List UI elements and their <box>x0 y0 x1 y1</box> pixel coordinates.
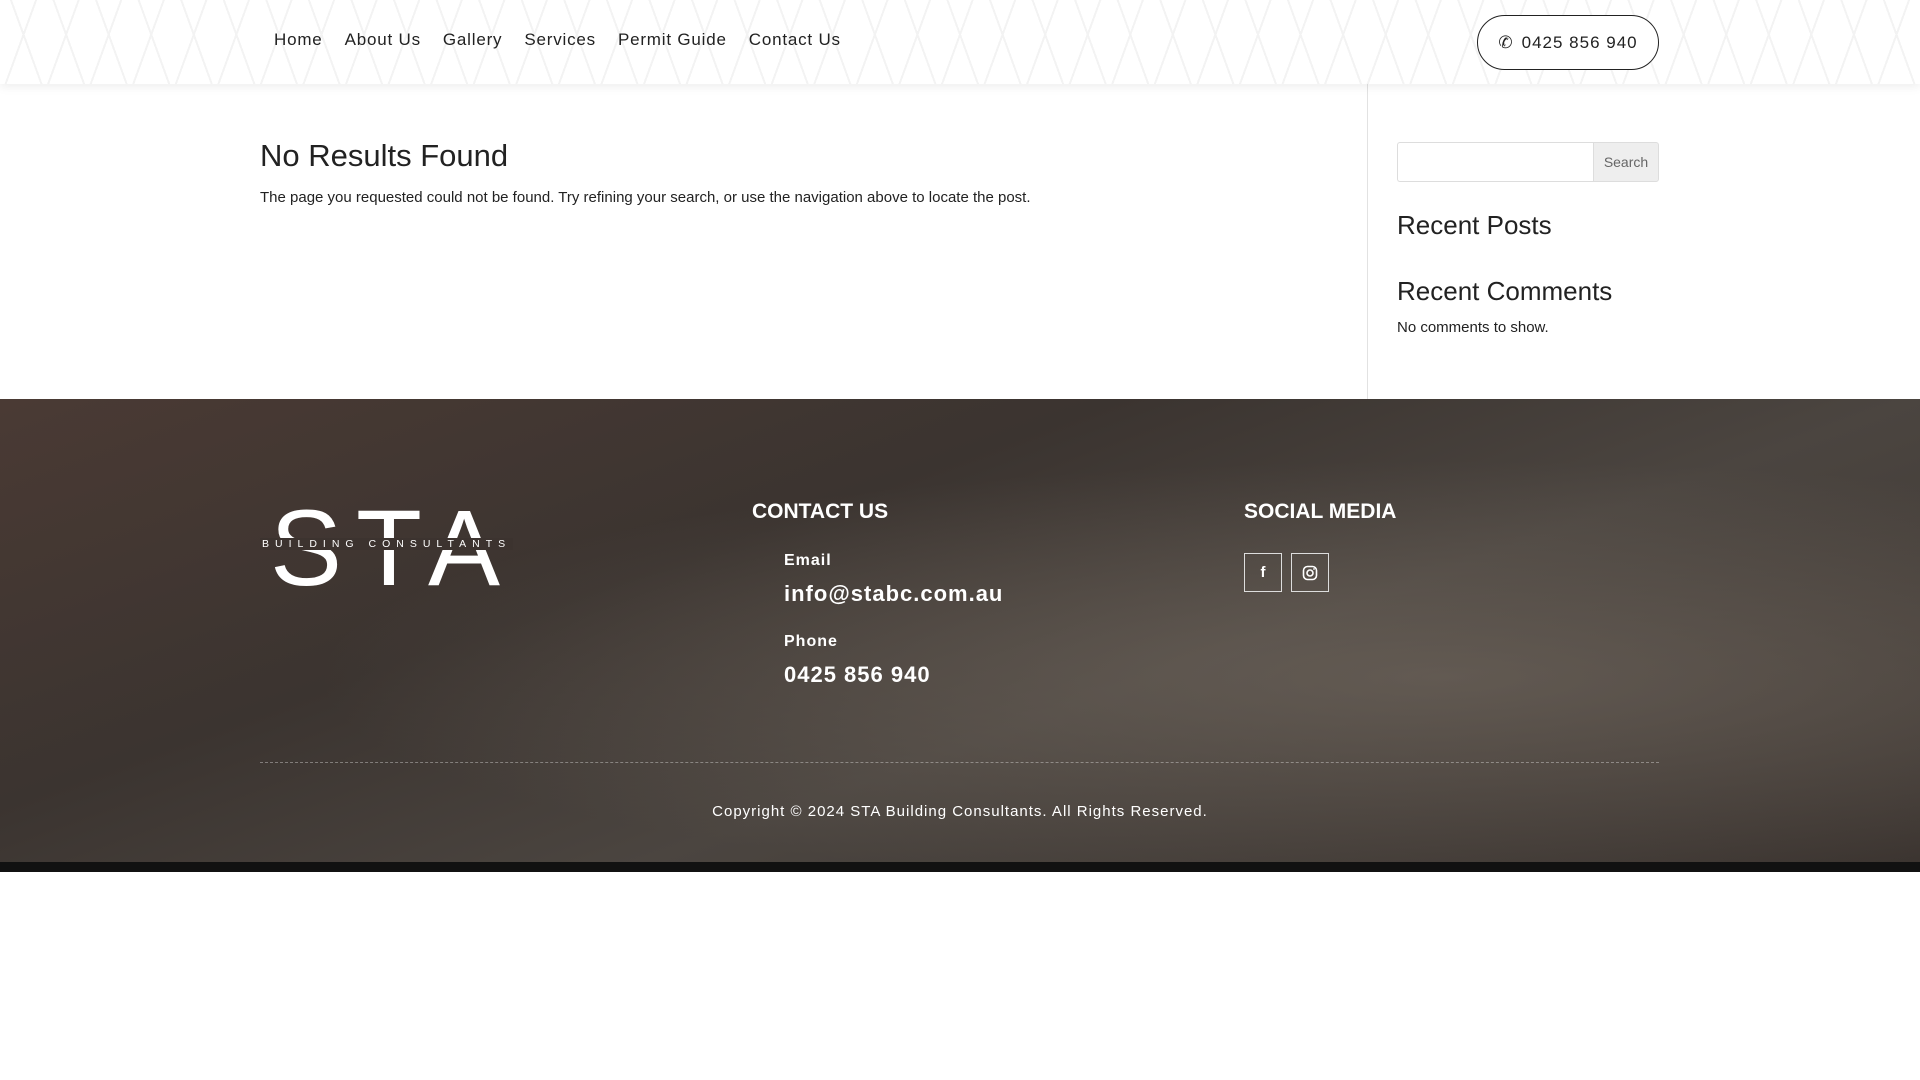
phone-button-label: 0425 856 940 <box>1521 32 1638 52</box>
social-heading: SOCIAL MEDIA <box>1244 500 1397 523</box>
nav-home[interactable]: Home <box>274 30 323 50</box>
email-link[interactable]: info@stabc.com.au <box>784 581 1003 607</box>
footer <box>0 399 1920 862</box>
email-label: Email <box>784 552 832 569</box>
phone-icon: ✆ <box>1498 32 1514 52</box>
bottom-band <box>0 862 1920 872</box>
phone-label: Phone <box>784 633 838 650</box>
not-found-message: The page you requested could not be foun… <box>260 189 1031 206</box>
nav-gallery[interactable]: Gallery <box>443 30 502 50</box>
facebook-icon[interactable]: f <box>1244 553 1282 592</box>
instagram-icon[interactable] <box>1291 553 1329 592</box>
search-input[interactable] <box>1397 142 1593 182</box>
footer-divider <box>260 762 1659 763</box>
copyright: Copyright © 2024 STA Building Consultant… <box>712 803 1208 820</box>
nav-about-us[interactable]: About Us <box>345 30 421 50</box>
phone-link[interactable]: 0425 856 940 <box>784 662 931 688</box>
nav-services[interactable]: Services <box>524 30 596 50</box>
sta-logo[interactable]: STA BUILDING CONSULTANTS <box>260 494 514 602</box>
phone-button[interactable]: ✆ 0425 856 940 <box>1477 15 1659 70</box>
recent-posts-heading: Recent Posts <box>1397 210 1552 240</box>
contact-heading: CONTACT US <box>752 500 889 523</box>
sidebar-divider <box>1367 84 1368 399</box>
search-form: Search <box>1397 142 1659 182</box>
main-nav: Home About Us Gallery Services Permit Gu… <box>274 30 841 50</box>
logo-subtitle: BUILDING CONSULTANTS <box>260 538 514 550</box>
search-button[interactable]: Search <box>1593 142 1659 182</box>
nav-permit-guide[interactable]: Permit Guide <box>618 30 727 50</box>
page-title: No Results Found <box>260 138 509 173</box>
site-header: Home About Us Gallery Services Permit Gu… <box>0 0 1920 84</box>
no-comments-text: No comments to show. <box>1397 319 1549 336</box>
recent-comments-heading: Recent Comments <box>1397 276 1613 306</box>
nav-contact-us[interactable]: Contact Us <box>749 30 841 50</box>
